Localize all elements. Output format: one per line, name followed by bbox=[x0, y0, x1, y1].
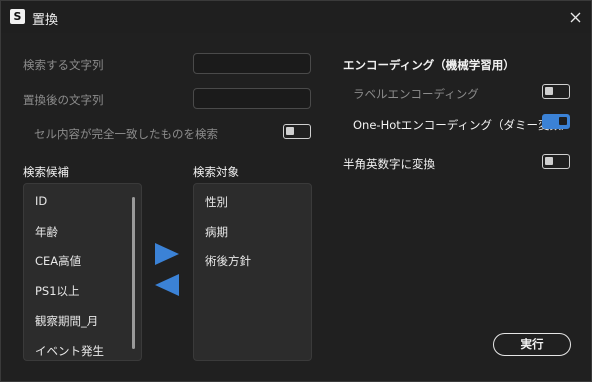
candidates-list[interactable]: ID 年齢 CEA高値 PS1以上 観察期間_月 イベント発生 bbox=[23, 183, 142, 361]
candidates-label: 検索候補 bbox=[23, 165, 69, 179]
title-bar: S 置換 bbox=[1, 1, 591, 33]
candidates-scrollbar[interactable] bbox=[132, 197, 135, 349]
list-item[interactable]: PS1以上 bbox=[35, 283, 80, 299]
window-title: 置換 bbox=[32, 13, 59, 28]
triangle-left-icon bbox=[155, 274, 179, 296]
search-string-input[interactable] bbox=[193, 53, 311, 74]
exact-match-toggle[interactable] bbox=[283, 124, 311, 139]
onehot-encoding-toggle[interactable] bbox=[542, 114, 570, 129]
move-left-button[interactable] bbox=[155, 274, 179, 300]
label-encoding-label: ラベルエンコーディング bbox=[353, 87, 479, 101]
list-item[interactable]: 年齢 bbox=[35, 224, 58, 240]
list-item[interactable]: 観察期間_月 bbox=[35, 313, 98, 329]
targets-list[interactable]: 性別 病期 術後方針 bbox=[193, 183, 312, 361]
list-item[interactable]: 術後方針 bbox=[205, 253, 251, 269]
list-item[interactable]: イベント発生 bbox=[35, 343, 104, 359]
replaced-string-input[interactable] bbox=[193, 88, 311, 109]
exact-match-label: セル内容が完全一致したものを検索 bbox=[34, 127, 218, 141]
list-item[interactable]: CEA高値 bbox=[35, 253, 81, 269]
close-icon bbox=[570, 12, 581, 23]
halfwidth-toggle[interactable] bbox=[542, 154, 570, 169]
close-button[interactable] bbox=[561, 5, 589, 29]
onehot-encoding-label: One-Hotエンコーディング（ダミー変数） bbox=[353, 118, 573, 132]
move-right-button[interactable] bbox=[155, 243, 179, 269]
replace-dialog: S 置換 検索する文字列 置換後の文字列 セル内容が完全一致したものを検索 検索… bbox=[0, 0, 592, 382]
label-encoding-toggle[interactable] bbox=[542, 84, 570, 99]
list-item[interactable]: 病期 bbox=[205, 224, 228, 240]
targets-label: 検索対象 bbox=[193, 165, 239, 179]
run-button[interactable]: 実行 bbox=[493, 333, 571, 356]
list-item[interactable]: ID bbox=[35, 194, 47, 208]
replaced-string-label: 置換後の文字列 bbox=[23, 93, 104, 107]
encoding-heading: エンコーディング（機械学習用） bbox=[343, 58, 515, 72]
search-string-label: 検索する文字列 bbox=[23, 58, 104, 72]
halfwidth-label: 半角英数字に変換 bbox=[343, 157, 435, 171]
app-icon: S bbox=[10, 9, 25, 24]
triangle-right-icon bbox=[155, 243, 179, 265]
list-item[interactable]: 性別 bbox=[205, 194, 228, 210]
